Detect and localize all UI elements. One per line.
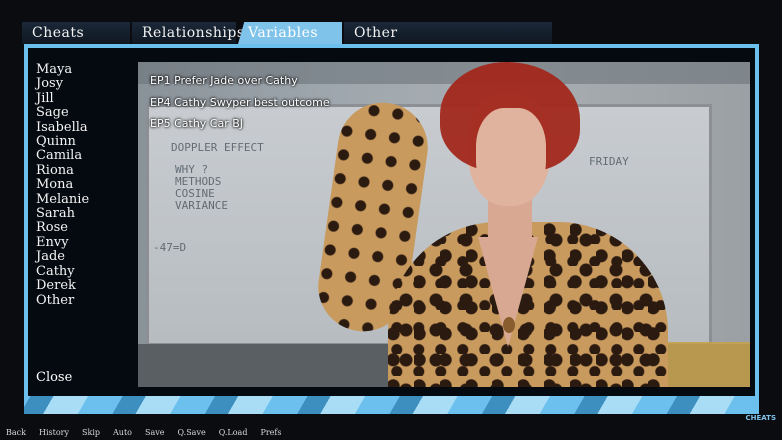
board-text: VARIANCE	[175, 199, 228, 212]
decorative-stripe-bar	[24, 396, 759, 414]
sidebar-item-mona[interactable]: Mona	[36, 177, 130, 192]
quick-menu-auto[interactable]: Auto	[113, 428, 132, 440]
close-button[interactable]: Close	[36, 370, 72, 385]
sidebar-item-sarah[interactable]: Sarah	[36, 206, 130, 221]
tab-cheats[interactable]: Cheats	[22, 22, 130, 44]
quick-menu-skip[interactable]: Skip	[82, 428, 100, 440]
sidebar-item-other[interactable]: Other	[36, 293, 130, 308]
board-text: -47=D	[153, 241, 187, 254]
variable-item[interactable]: EP5 Cathy Car BJ	[150, 113, 330, 135]
tab-bar: Cheats Relationships Variables Other	[0, 0, 782, 46]
scene-image: DOPPLER EFFECT WHY ? METHODS COSINE VARI…	[138, 62, 750, 387]
chair	[658, 342, 750, 387]
tab-other[interactable]: Other	[344, 22, 552, 44]
character-face-front	[476, 108, 546, 204]
cheat-menu-frame: Maya Josy Jill Sage Isabella Quinn Camil…	[24, 44, 759, 412]
quick-menu-qload[interactable]: Q.Load	[219, 428, 248, 440]
variable-list: EP1 Prefer Jade over Cathy EP4 Cathy Swy…	[150, 70, 330, 135]
tab-relationships[interactable]: Relationships	[132, 22, 244, 44]
sidebar-item-isabella[interactable]: Isabella	[36, 120, 130, 135]
sidebar-item-quinn[interactable]: Quinn	[36, 134, 130, 149]
tab-variables[interactable]: Variables	[238, 22, 342, 44]
variable-item[interactable]: EP1 Prefer Jade over Cathy	[150, 70, 330, 92]
quick-menu: Back History Skip Auto Save Q.Save Q.Loa…	[6, 428, 294, 440]
sidebar-item-derek[interactable]: Derek	[36, 278, 130, 293]
quick-menu-prefs[interactable]: Prefs	[260, 428, 281, 440]
sidebar-item-camila[interactable]: Camila	[36, 149, 130, 164]
necklace-pendant	[503, 317, 515, 333]
sidebar-item-riona[interactable]: Riona	[36, 163, 130, 178]
sidebar-item-jade[interactable]: Jade	[36, 249, 130, 264]
sidebar-item-sage[interactable]: Sage	[36, 105, 130, 120]
character-sidebar: Maya Josy Jill Sage Isabella Quinn Camil…	[36, 62, 130, 403]
character-figure	[312, 62, 668, 387]
sidebar-item-jill[interactable]: Jill	[36, 91, 130, 106]
sidebar-item-cathy[interactable]: Cathy	[36, 264, 130, 279]
sidebar-item-maya[interactable]: Maya	[36, 62, 130, 77]
sidebar-item-envy[interactable]: Envy	[36, 235, 130, 250]
cheats-logo[interactable]: CHEATS	[746, 414, 776, 422]
variable-item[interactable]: EP4 Cathy Swyper best outcome	[150, 92, 330, 114]
quick-menu-save[interactable]: Save	[145, 428, 165, 440]
quick-menu-back[interactable]: Back	[6, 428, 26, 440]
sidebar-item-rose[interactable]: Rose	[36, 221, 130, 236]
sidebar-item-josy[interactable]: Josy	[36, 76, 130, 91]
quick-menu-qsave[interactable]: Q.Save	[178, 428, 206, 440]
board-text: DOPPLER EFFECT	[171, 141, 264, 154]
quick-menu-history[interactable]: History	[39, 428, 69, 440]
sidebar-item-melanie[interactable]: Melanie	[36, 192, 130, 207]
